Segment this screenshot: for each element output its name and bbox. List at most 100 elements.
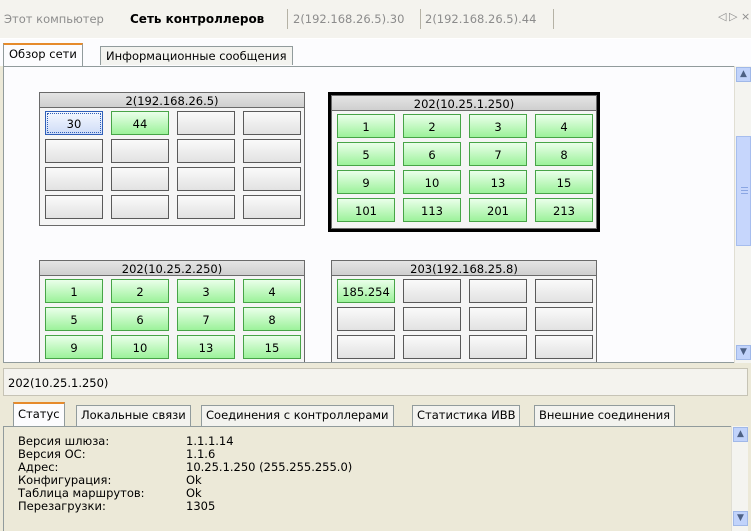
tab-info-messages[interactable]: Информационные сообщения xyxy=(100,46,293,65)
controller-cell[interactable] xyxy=(535,307,593,331)
controller-group[interactable]: 2(192.168.26.5) 30 44 xyxy=(39,92,305,226)
network-map: 2(192.168.26.5) 30 44 202(10.25.1.250) 1… xyxy=(3,66,734,363)
tab-controller-connections[interactable]: Соединения с контроллерами xyxy=(201,405,394,426)
controller-group[interactable]: 202(10.25.2.250) 1 2 3 4 5 6 7 8 9 10 13… xyxy=(39,260,305,362)
tab-controller-30[interactable]: 2(192.168.26.5).30 xyxy=(293,11,404,27)
controller-cell[interactable]: 4 xyxy=(243,279,301,303)
scroll-down-icon[interactable]: ▼ xyxy=(733,511,748,526)
controller-cell[interactable]: 6 xyxy=(111,307,169,331)
controller-cell[interactable] xyxy=(45,195,103,219)
controller-cell[interactable]: 9 xyxy=(337,170,395,194)
controller-cell[interactable]: 113 xyxy=(403,198,461,222)
controller-cell[interactable]: 44 xyxy=(111,111,169,135)
controller-cell[interactable]: 13 xyxy=(469,170,527,194)
controller-cell[interactable]: 101 xyxy=(337,198,395,222)
controller-cell[interactable]: 8 xyxy=(535,142,593,166)
controller-cell[interactable]: 15 xyxy=(243,335,301,359)
group-title: 203(192.168.25.8) xyxy=(331,260,597,276)
controller-cell[interactable]: 7 xyxy=(177,307,235,331)
group-title: 2(192.168.26.5) xyxy=(39,92,305,108)
thumb-grip xyxy=(741,190,748,191)
controller-cell[interactable]: 185.254 xyxy=(337,279,395,303)
group-body: 30 44 xyxy=(39,108,305,226)
controller-cell[interactable] xyxy=(403,335,461,359)
controller-cell[interactable] xyxy=(243,139,301,163)
controller-cell[interactable] xyxy=(111,195,169,219)
controller-cell[interactable]: 2 xyxy=(403,114,461,138)
tab-separator xyxy=(553,9,554,29)
controller-cell[interactable]: 8 xyxy=(243,307,301,331)
controller-cell[interactable]: 9 xyxy=(45,335,103,359)
controller-cell[interactable]: 1 xyxy=(45,279,103,303)
controller-cell[interactable] xyxy=(469,279,527,303)
controller-cell[interactable]: 30 xyxy=(45,111,103,135)
tab-separator xyxy=(420,9,421,29)
controller-cell[interactable]: 4 xyxy=(535,114,593,138)
controller-cell[interactable]: 2 xyxy=(111,279,169,303)
controller-cell[interactable] xyxy=(337,335,395,359)
controller-cell[interactable] xyxy=(403,307,461,331)
scroll-thumb[interactable] xyxy=(736,136,751,246)
controller-cell[interactable]: 1 xyxy=(337,114,395,138)
scroll-up-icon[interactable]: ▲ xyxy=(736,67,751,82)
controller-cell[interactable]: 213 xyxy=(535,198,593,222)
tab-controller-44[interactable]: 2(192.168.26.5).44 xyxy=(425,11,536,27)
controller-cell[interactable] xyxy=(469,335,527,359)
controller-cell[interactable] xyxy=(111,139,169,163)
controller-cell[interactable] xyxy=(45,167,103,191)
status-value: 10.25.1.250 (255.255.255.0) xyxy=(186,460,353,474)
controller-cell[interactable]: 5 xyxy=(337,142,395,166)
close-tab-icon[interactable]: × xyxy=(741,10,750,23)
selected-gateway-title: 202(10.25.1.250) xyxy=(3,368,748,396)
controller-cell[interactable] xyxy=(403,279,461,303)
view-tabs: Обзор сети Информационные сообщения xyxy=(0,39,751,66)
scroll-down-icon[interactable]: ▼ xyxy=(736,345,751,360)
controller-cell[interactable]: 3 xyxy=(469,114,527,138)
scroll-tabs-right-icon[interactable]: ▷ xyxy=(729,10,737,23)
tab-controller-network[interactable]: Сеть контроллеров xyxy=(130,11,264,27)
detail-tabs: Статус Локальные связи Соединения с конт… xyxy=(3,402,748,426)
controller-cell[interactable]: 3 xyxy=(177,279,235,303)
controller-cell[interactable] xyxy=(243,111,301,135)
controller-cell[interactable]: 5 xyxy=(45,307,103,331)
controller-cell[interactable]: 15 xyxy=(535,170,593,194)
controller-cell[interactable]: 10 xyxy=(111,335,169,359)
controller-cell[interactable] xyxy=(177,195,235,219)
group-title: 202(10.25.1.250) xyxy=(331,95,597,111)
scroll-tabs-left-icon[interactable]: ◁ xyxy=(718,10,726,23)
status-value: 1305 xyxy=(186,499,216,513)
controller-cell[interactable]: 201 xyxy=(469,198,527,222)
status-scrollbar[interactable]: ▲ ▼ xyxy=(731,426,748,531)
document-tab-strip: Этот компьютер Сеть контроллеров 2(192.1… xyxy=(0,0,751,39)
group-body: 1 2 3 4 5 6 7 8 9 10 13 15 101 113 201 2… xyxy=(331,111,597,229)
controller-cell[interactable] xyxy=(177,139,235,163)
controller-cell[interactable] xyxy=(535,279,593,303)
tab-local-links[interactable]: Локальные связи xyxy=(76,405,191,426)
tab-this-computer[interactable]: Этот компьютер xyxy=(4,11,104,27)
controller-cell[interactable]: 7 xyxy=(469,142,527,166)
controller-cell[interactable] xyxy=(243,167,301,191)
status-panel: Версия шлюза: 1.1.1.14 Версия ОС: 1.1.6 … xyxy=(3,426,731,531)
controller-cell[interactable]: 13 xyxy=(177,335,235,359)
map-scrollbar[interactable]: ▲ ▼ xyxy=(734,66,751,363)
controller-cell[interactable] xyxy=(469,307,527,331)
controller-cell[interactable]: 6 xyxy=(403,142,461,166)
tab-separator xyxy=(287,9,288,29)
controller-cell[interactable] xyxy=(535,335,593,359)
controller-cell[interactable] xyxy=(45,139,103,163)
controller-cell[interactable] xyxy=(337,307,395,331)
thumb-grip xyxy=(741,187,748,188)
controller-cell[interactable]: 10 xyxy=(403,170,461,194)
tab-status[interactable]: Статус xyxy=(13,402,65,426)
controller-group[interactable]: 203(192.168.25.8) 185.254 xyxy=(331,260,597,362)
controller-cell[interactable] xyxy=(243,195,301,219)
tab-external-connections[interactable]: Внешние соединения xyxy=(534,405,676,426)
controller-cell[interactable] xyxy=(177,167,235,191)
controller-cell[interactable] xyxy=(111,167,169,191)
group-body: 1 2 3 4 5 6 7 8 9 10 13 15 xyxy=(39,276,305,362)
controller-cell[interactable] xyxy=(177,111,235,135)
controller-group-selected[interactable]: 202(10.25.1.250) 1 2 3 4 5 6 7 8 9 10 13… xyxy=(328,92,600,232)
scroll-up-icon[interactable]: ▲ xyxy=(733,427,748,442)
tab-network-overview[interactable]: Обзор сети xyxy=(3,43,83,66)
tab-ivv-statistics[interactable]: Статистика ИВВ xyxy=(412,405,521,426)
